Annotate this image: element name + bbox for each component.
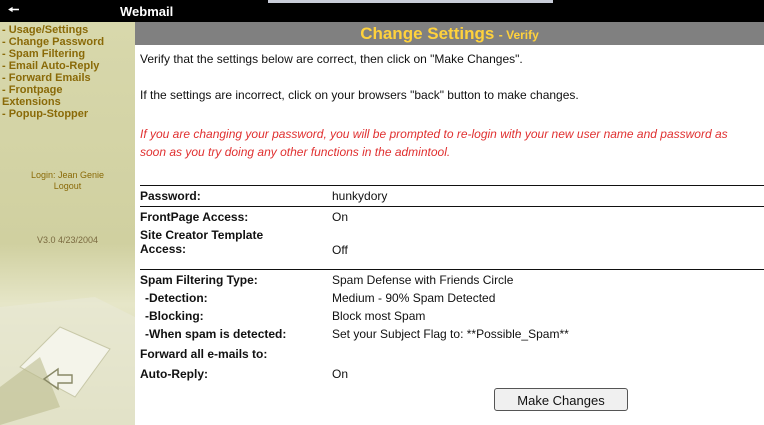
setting-value: On: [332, 367, 349, 381]
setting-label: -Detection:: [145, 291, 208, 305]
verify-message: Verify that the settings below are corre…: [140, 52, 523, 66]
sidebar-item-frontpage-extensions[interactable]: Extensions: [0, 96, 104, 108]
setting-label: Auto-Reply:: [140, 367, 208, 381]
login-name: Login: Jean Genie: [30, 170, 105, 180]
setting-value: hunkydory: [332, 189, 388, 203]
sidebar-item-popup-stopper[interactable]: - Popup-Stopper: [0, 108, 104, 120]
setting-label: Password:: [140, 189, 201, 203]
setting-value: Medium - 90% Spam Detected: [332, 291, 496, 305]
sidebar-decoration: [0, 257, 135, 425]
make-changes-button[interactable]: Make Changes: [494, 388, 628, 411]
title-bar-accent: [268, 0, 553, 3]
login-info: Login: Jean Genie Logout: [0, 170, 135, 192]
setting-label: FrontPage Access:: [140, 210, 249, 224]
sidebar-item-usage-settings[interactable]: - Usage/Settings: [0, 24, 104, 36]
setting-label: -Blocking:: [145, 309, 204, 323]
password-warning: If you are changing your password, you w…: [140, 127, 728, 159]
sidebar-nav: - Usage/Settings - Change Password - Spa…: [0, 24, 104, 120]
divider: [140, 269, 764, 270]
setting-label: Site Creator Template Access:: [140, 228, 264, 256]
main-content: Change Settings - Verify Verify that the…: [135, 22, 764, 425]
sidebar: - Usage/Settings - Change Password - Spa…: [0, 22, 135, 425]
back-button-message: If the settings are incorrect, click on …: [140, 88, 579, 102]
page-subtitle: - Verify: [498, 28, 539, 42]
setting-label: Forward all e-mails to:: [140, 347, 268, 361]
setting-value: Off: [332, 243, 348, 257]
sidebar-item-forward-emails[interactable]: - Forward Emails: [0, 72, 104, 84]
sidebar-item-frontpage[interactable]: - Frontpage: [0, 84, 104, 96]
divider: [140, 206, 764, 207]
setting-value: Block most Spam: [332, 309, 426, 323]
divider: [140, 185, 764, 186]
setting-value: On: [332, 210, 349, 224]
setting-value: Spam Defense with Friends Circle: [332, 273, 514, 287]
app-title: Webmail: [120, 4, 174, 19]
sidebar-item-spam-filtering[interactable]: - Spam Filtering: [0, 48, 104, 60]
setting-value: Set your Subject Flag to: **Possible_Spa…: [332, 327, 569, 341]
title-bar: 🠔 Webmail: [0, 0, 764, 22]
page-heading-bar: Change Settings - Verify: [135, 22, 764, 45]
setting-label: Spam Filtering Type:: [140, 273, 258, 287]
sidebar-item-email-auto-reply[interactable]: - Email Auto-Reply: [0, 60, 104, 72]
sidebar-item-change-password[interactable]: - Change Password: [0, 36, 104, 48]
page-title: Change Settings: [360, 24, 495, 43]
setting-label: -When spam is detected:: [145, 327, 287, 341]
version-label: V3.0 4/23/2004: [36, 235, 99, 245]
logout-link[interactable]: Logout: [0, 181, 135, 192]
back-arrow-icon[interactable]: 🠔: [8, 3, 19, 17]
